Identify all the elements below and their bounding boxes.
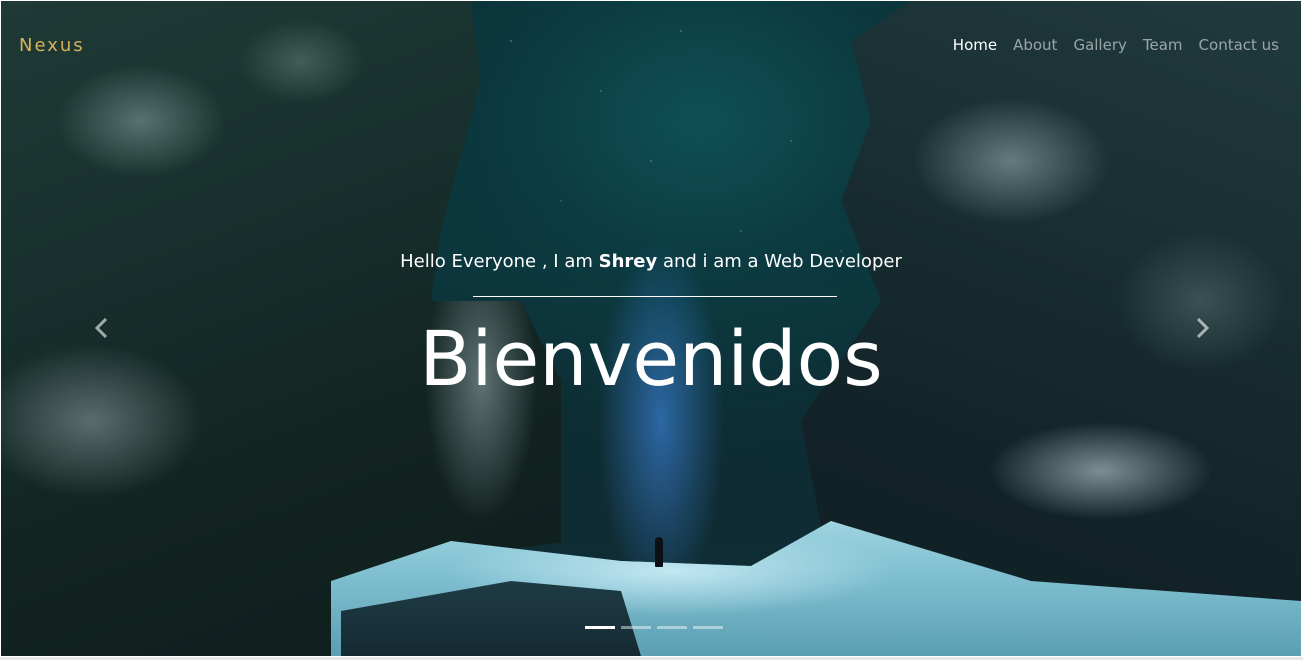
hero-subtitle-name: Shrey	[598, 251, 658, 272]
carousel-prev-button[interactable]	[87, 313, 117, 343]
nav-team[interactable]: Team	[1143, 36, 1183, 54]
nav-about[interactable]: About	[1013, 36, 1057, 54]
carousel-indicator-1[interactable]	[585, 626, 615, 629]
hero-subtitle-suffix: and i am a Web Developer	[657, 251, 902, 272]
person-silhouette	[655, 537, 663, 567]
hero-subtitle: Hello Everyone , I am Shrey and i am a W…	[1, 251, 1301, 272]
carousel-indicator-2[interactable]	[621, 626, 651, 629]
carousel-indicator-4[interactable]	[693, 626, 723, 629]
carousel-indicators	[585, 626, 723, 629]
nav-home[interactable]: Home	[953, 36, 997, 54]
brand-logo[interactable]: Nexus	[19, 35, 85, 56]
hero-divider	[473, 296, 837, 297]
nav-contact[interactable]: Contact us	[1199, 36, 1279, 54]
nav-gallery[interactable]: Gallery	[1073, 36, 1126, 54]
main-nav: Home About Gallery Team Contact us	[953, 36, 1279, 54]
carousel-next-button[interactable]	[1187, 313, 1217, 343]
chevron-left-icon	[94, 317, 108, 339]
hero-title: Bienvenidos	[419, 314, 883, 403]
chevron-right-icon	[1196, 317, 1210, 339]
hero-carousel: Nexus Home About Gallery Team Contact us…	[1, 1, 1301, 656]
carousel-indicator-3[interactable]	[657, 626, 687, 629]
hero-subtitle-prefix: Hello Everyone , I am	[400, 251, 599, 272]
